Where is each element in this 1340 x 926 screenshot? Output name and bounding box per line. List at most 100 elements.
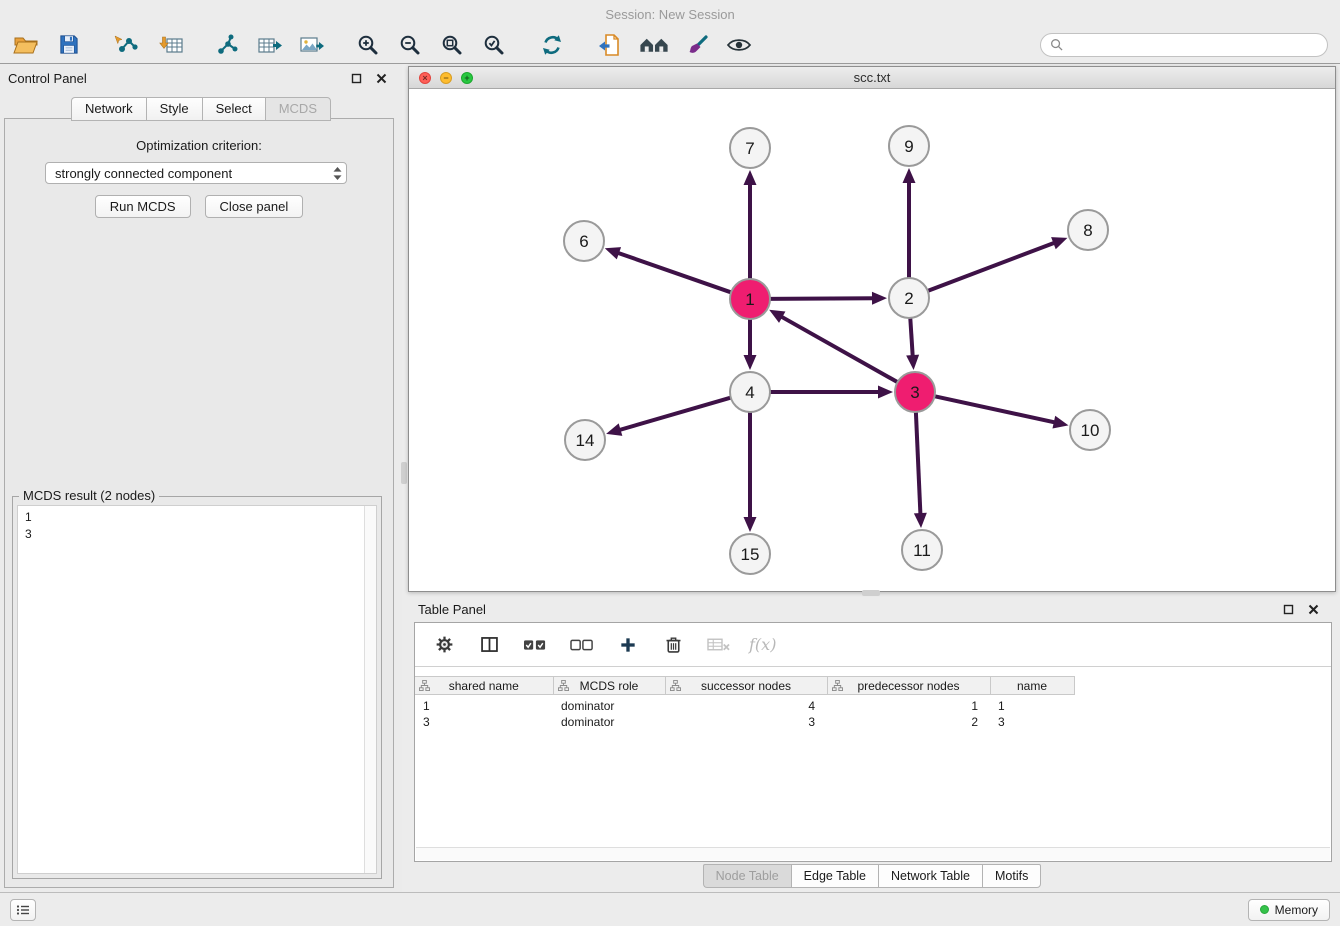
export-table-icon[interactable]: [256, 31, 284, 59]
close-table-panel-icon[interactable]: [1307, 603, 1320, 616]
column-header-shared-name[interactable]: shared name: [415, 677, 553, 695]
cell-shared-name[interactable]: 1: [415, 695, 553, 715]
horizontal-splitter-handle[interactable]: [862, 590, 880, 596]
cell-predecessor-nodes[interactable]: 2: [827, 714, 990, 730]
graph-node-8[interactable]: 8: [1068, 210, 1108, 250]
column-type-icon: [419, 680, 430, 694]
delete-column-icon[interactable]: [659, 631, 687, 659]
graph-node-7[interactable]: 7: [730, 128, 770, 168]
table-horizontal-scrollbar[interactable]: [416, 847, 1330, 860]
graph-node-15[interactable]: 15: [730, 534, 770, 574]
tab-network-table[interactable]: Network Table: [878, 864, 982, 888]
zoom-fit-icon[interactable]: [438, 31, 466, 59]
tab-motifs[interactable]: Motifs: [982, 864, 1041, 888]
graph-node-2[interactable]: 2: [889, 278, 929, 318]
close-panel-button[interactable]: Close panel: [205, 195, 304, 218]
float-table-panel-icon[interactable]: [1282, 603, 1295, 616]
table-settings-icon[interactable]: [430, 631, 458, 659]
export-network-icon[interactable]: [596, 31, 624, 59]
graph-edge-2-8[interactable]: [926, 242, 1056, 292]
tab-node-table[interactable]: Node Table: [703, 864, 791, 888]
apply-layout-icon[interactable]: [538, 31, 566, 59]
network-graph: 7 9 6 8 1 2 4 3 14 10 15 11: [409, 90, 1335, 591]
graph-node-4[interactable]: 4: [730, 372, 770, 412]
graph-node-3[interactable]: 3: [895, 372, 935, 412]
graph-node-10[interactable]: 10: [1070, 410, 1110, 450]
tab-edge-table[interactable]: Edge Table: [791, 864, 878, 888]
cell-shared-name[interactable]: 3: [415, 714, 553, 730]
table-toolbar: f(x): [415, 623, 1331, 667]
zoom-in-icon[interactable]: [354, 31, 382, 59]
save-session-icon[interactable]: [54, 31, 82, 59]
column-header-predecessor-nodes[interactable]: predecessor nodes: [827, 677, 990, 695]
cell-successor-nodes[interactable]: 3: [665, 714, 827, 730]
select-all-columns-icon[interactable]: [520, 631, 550, 659]
close-window-button[interactable]: ×: [419, 72, 431, 84]
run-mcds-button[interactable]: Run MCDS: [95, 195, 191, 218]
network-window: × − + scc.txt 7968124314101511: [408, 66, 1336, 592]
zoom-window-button[interactable]: +: [461, 72, 473, 84]
deselect-all-columns-icon[interactable]: [567, 631, 597, 659]
column-header-name[interactable]: name: [990, 677, 1074, 695]
tab-select[interactable]: Select: [202, 97, 265, 121]
graph-edge-1-2[interactable]: [768, 298, 875, 299]
graph-edge-4-14[interactable]: [618, 397, 733, 430]
apply-style-icon[interactable]: [684, 31, 712, 59]
graph-node-6[interactable]: 6: [564, 221, 604, 261]
zoom-out-icon[interactable]: [396, 31, 424, 59]
result-list-scrollbar[interactable]: [364, 506, 376, 873]
create-column-icon[interactable]: [614, 631, 642, 659]
new-network-icon[interactable]: [214, 31, 242, 59]
cell-mcds-role[interactable]: dominator: [553, 695, 665, 715]
task-history-button[interactable]: [10, 899, 36, 921]
svg-text:4: 4: [745, 383, 754, 402]
cell-predecessor-nodes[interactable]: 1: [827, 695, 990, 715]
column-header-successor-nodes[interactable]: successor nodes: [665, 677, 827, 695]
graph-edge-arrow: [744, 355, 757, 370]
minimize-window-button[interactable]: −: [440, 72, 452, 84]
graph-node-14[interactable]: 14: [565, 420, 605, 460]
import-network-icon[interactable]: [112, 31, 140, 59]
export-image-icon[interactable]: [298, 31, 326, 59]
zoom-selected-icon[interactable]: [480, 31, 508, 59]
graph-edge-1-6[interactable]: [616, 252, 733, 293]
svg-text:8: 8: [1083, 221, 1092, 240]
tab-style[interactable]: Style: [146, 97, 202, 121]
tab-mcds[interactable]: MCDS: [265, 97, 331, 121]
search-box[interactable]: [1040, 33, 1328, 57]
show-neighbors-icon[interactable]: [637, 31, 671, 59]
column-header-mcds-role[interactable]: MCDS role: [553, 677, 665, 695]
close-panel-icon[interactable]: [375, 72, 388, 85]
graph-edge-3-10[interactable]: [933, 396, 1057, 423]
graph-node-9[interactable]: 9: [889, 126, 929, 166]
cell-successor-nodes[interactable]: 4: [665, 695, 827, 715]
search-input[interactable]: [1069, 36, 1318, 53]
open-session-icon[interactable]: [12, 31, 40, 59]
tab-network[interactable]: Network: [71, 97, 146, 121]
memory-button[interactable]: Memory: [1248, 899, 1330, 921]
graph-node-1[interactable]: 1: [730, 279, 770, 319]
mcds-panel: Optimization criterion: strongly connect…: [4, 118, 394, 888]
graph-edge-arrow: [903, 168, 916, 183]
import-table-icon[interactable]: [158, 31, 186, 59]
search-icon: [1050, 38, 1063, 51]
graph-edge-3-1[interactable]: [780, 316, 900, 383]
cell-name[interactable]: 1: [990, 695, 1074, 715]
network-canvas[interactable]: 7 9 6 8 1 2 4 3 14 10 15 11: [409, 90, 1335, 591]
optimization-criterion-select[interactable]: strongly connected component: [45, 162, 347, 184]
graph-edge-3-11[interactable]: [916, 410, 921, 516]
cell-mcds-role[interactable]: dominator: [553, 714, 665, 730]
vertical-splitter-handle[interactable]: [401, 462, 407, 484]
result-item[interactable]: 1: [18, 509, 376, 526]
graph-edge-arrow: [605, 247, 621, 259]
dropdown-arrows-icon: [333, 166, 342, 181]
graph-edge-2-3[interactable]: [910, 316, 913, 358]
cell-name[interactable]: 3: [990, 714, 1074, 730]
graph-node-11[interactable]: 11: [902, 530, 942, 570]
table-row[interactable]: 1 dominator 4 1 1: [415, 695, 1331, 715]
table-row[interactable]: 3 dominator 3 2 3: [415, 714, 1331, 730]
float-panel-icon[interactable]: [350, 72, 363, 85]
result-item[interactable]: 3: [18, 526, 376, 543]
show-columns-icon[interactable]: [475, 631, 503, 659]
show-hide-details-icon[interactable]: [725, 31, 753, 59]
